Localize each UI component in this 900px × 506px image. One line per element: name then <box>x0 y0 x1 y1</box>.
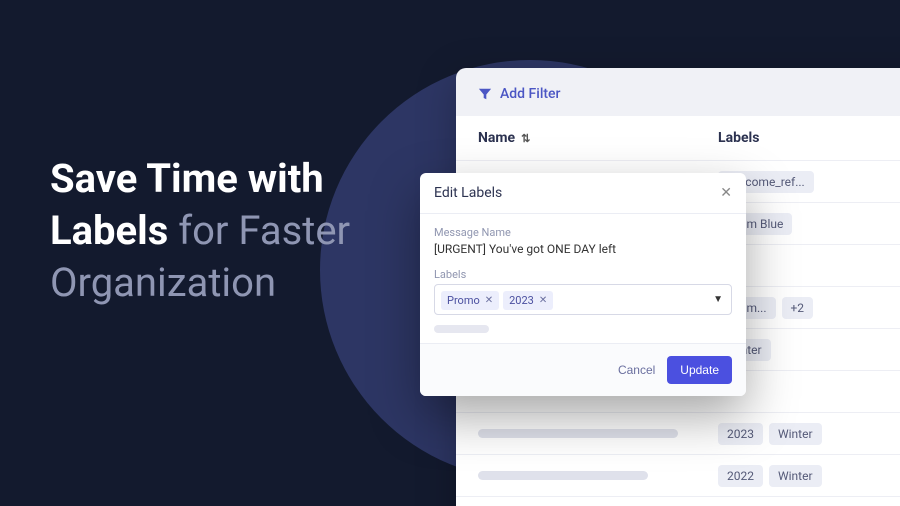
hint-placeholder <box>434 325 489 333</box>
add-filter-label: Add Filter <box>500 86 561 102</box>
row-name-cell <box>478 471 718 480</box>
skeleton-text <box>478 429 678 438</box>
labels-input[interactable]: Promo✕ 2023✕ ▼ <box>434 284 732 315</box>
close-icon[interactable]: ✕ <box>720 185 732 201</box>
funnel-icon <box>478 87 492 101</box>
label-chip[interactable]: 2023 <box>718 423 763 445</box>
column-name[interactable]: Name ⇅ <box>478 130 718 146</box>
row-name-cell <box>478 429 718 438</box>
column-labels[interactable]: Labels <box>718 130 900 146</box>
message-name-value: [URGENT] You've got ONE DAY left <box>434 242 732 256</box>
label-chip[interactable]: Winter <box>769 465 822 487</box>
label-chip[interactable]: 2022 <box>718 465 763 487</box>
table-row[interactable]: welcome_ref... <box>456 496 900 506</box>
edit-labels-modal: Edit Labels ✕ Message Name [URGENT] You'… <box>420 173 746 396</box>
label-tag[interactable]: Promo✕ <box>441 291 499 310</box>
skeleton-text <box>478 471 648 480</box>
table-row[interactable]: 2023 Winter <box>456 412 900 454</box>
remove-tag-icon[interactable]: ✕ <box>539 295 547 306</box>
row-labels-cell: 2022 Winter <box>718 465 900 487</box>
labels-field-label: Labels <box>434 268 732 281</box>
table-header: Name ⇅ Labels <box>456 116 900 160</box>
table-row[interactable]: 2022 Winter <box>456 454 900 496</box>
label-chip[interactable]: Winter <box>769 423 822 445</box>
modal-title: Edit Labels <box>434 185 502 201</box>
label-tag[interactable]: 2023✕ <box>503 291 553 310</box>
label-chip[interactable]: +2 <box>782 297 814 319</box>
sort-icon: ⇅ <box>521 132 530 145</box>
cancel-button[interactable]: Cancel <box>618 363 655 377</box>
remove-tag-icon[interactable]: ✕ <box>485 295 493 306</box>
add-filter-button[interactable]: Add Filter <box>456 86 561 116</box>
update-button[interactable]: Update <box>667 356 732 384</box>
message-name-label: Message Name <box>434 226 732 239</box>
chevron-down-icon: ▼ <box>713 294 723 305</box>
hero-headline: Save Time with Labels for Faster Organiz… <box>50 153 400 309</box>
row-labels-cell: 2023 Winter <box>718 423 900 445</box>
